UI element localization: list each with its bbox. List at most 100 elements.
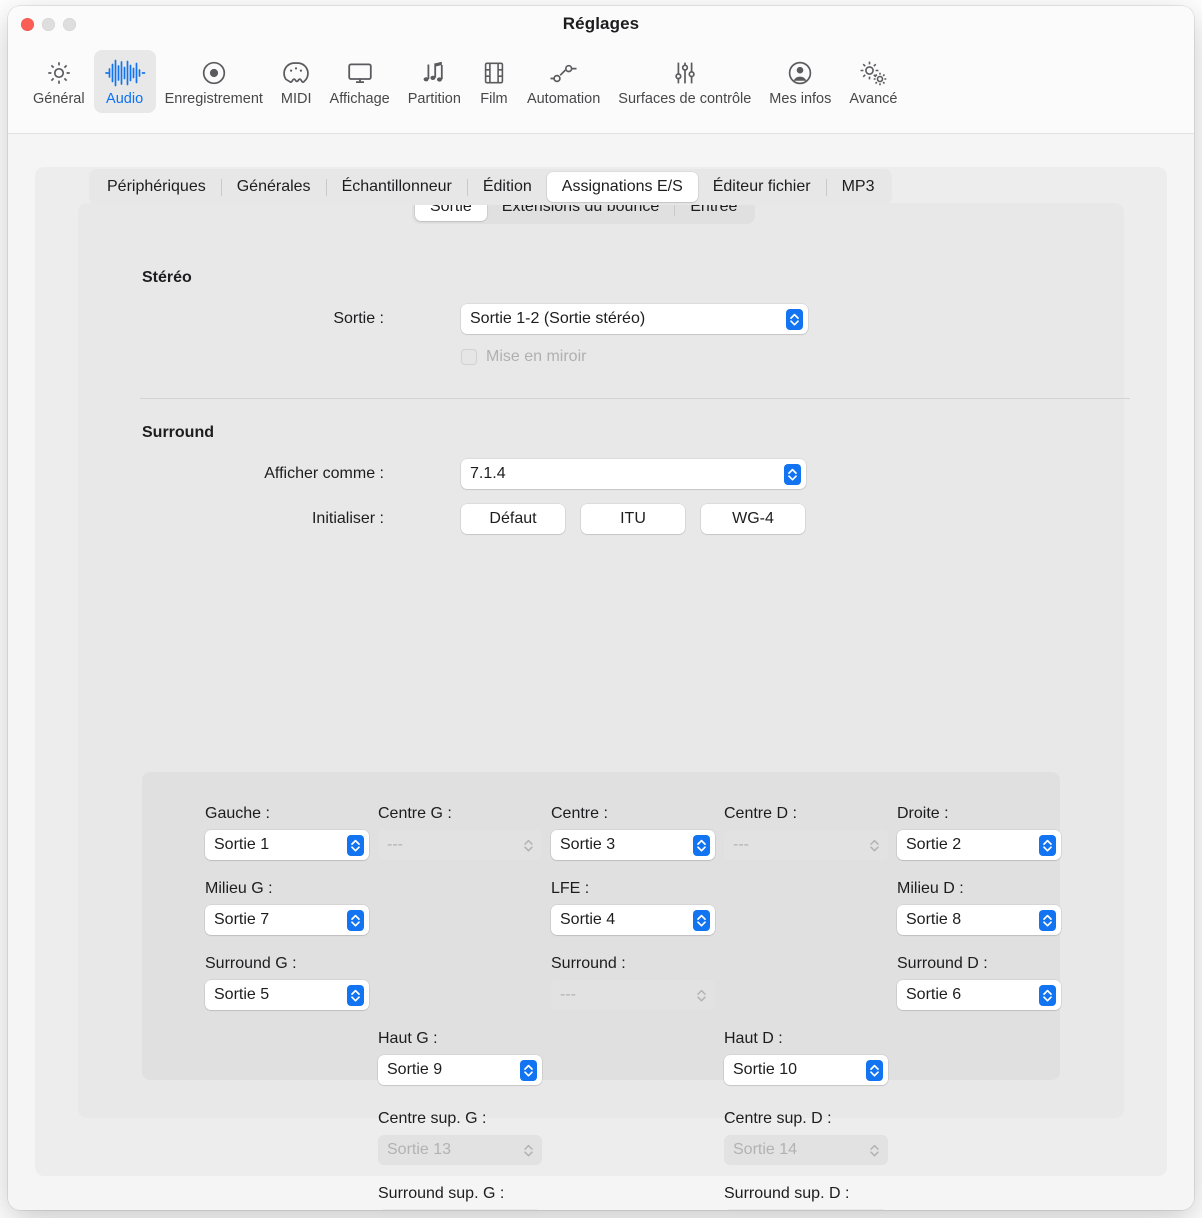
toolbar-item-mes-infos[interactable]: Mes infos	[760, 50, 840, 113]
toolbar-item-label: Avancé	[849, 90, 897, 108]
toolbar-item-surfaces-de-controle[interactable]: Surfaces de contrôle	[609, 50, 760, 113]
label-gauche: Gauche :	[205, 805, 270, 823]
toolbar-item-automation[interactable]: Automation	[518, 50, 609, 113]
tab-assignations-es[interactable]: Assignations E/S	[547, 172, 698, 202]
popup-centre-sup-g[interactable]: Sortie 13	[378, 1135, 542, 1165]
toolbar-item-partition[interactable]: Partition	[399, 50, 470, 113]
label-surround-centre: Surround :	[551, 955, 626, 973]
value-centre-droite: ---	[724, 836, 866, 854]
automation-node-icon	[547, 56, 581, 90]
display-as-popup[interactable]: 7.1.4	[461, 459, 806, 489]
toolbar-item-audio[interactable]: Audio	[94, 50, 156, 113]
tab-editeur-fichier[interactable]: Éditeur fichier	[698, 172, 826, 202]
toolbar-item-label: Film	[480, 90, 507, 108]
label-surround-gauche: Surround G :	[205, 955, 297, 973]
chevron-updown-icon	[347, 985, 364, 1006]
chevron-updown-icon	[1039, 910, 1056, 931]
mirror-checkbox[interactable]	[461, 349, 477, 365]
toolbar-item-midi[interactable]: MIDI	[272, 50, 321, 113]
value-centre-gauche: ---	[378, 836, 520, 854]
popup-haut-gauche[interactable]: Sortie 9	[378, 1055, 542, 1085]
popup-gauche[interactable]: Sortie 1	[205, 830, 369, 860]
label-surround-droite: Surround D :	[897, 955, 988, 973]
popup-surround-gauche[interactable]: Sortie 5	[205, 980, 369, 1010]
popup-droite[interactable]: Sortie 2	[897, 830, 1061, 860]
toolbar-item-label: Audio	[106, 90, 143, 108]
chevron-updown-icon	[693, 985, 710, 1006]
tab-generales[interactable]: Générales	[222, 172, 326, 202]
popup-centre-sup-d[interactable]: Sortie 14	[724, 1135, 888, 1165]
audio-tab-bar: Périphériques Générales Échantillonneur …	[89, 169, 892, 205]
chevron-updown-icon	[520, 835, 537, 856]
label-surround-sup-g: Surround sup. G :	[378, 1185, 504, 1203]
value-centre-sup-d: Sortie 14	[724, 1141, 866, 1159]
double-gear-icon	[856, 56, 890, 90]
tab-label: Échantillonneur	[342, 178, 452, 196]
tab-peripheriques[interactable]: Périphériques	[92, 172, 221, 202]
label-centre-gauche: Centre G :	[378, 805, 452, 823]
value-droite: Sortie 2	[897, 836, 1039, 854]
tab-mp3[interactable]: MP3	[827, 172, 890, 202]
toolbar-item-label: Affichage	[330, 90, 390, 108]
chevron-updown-icon	[1039, 835, 1056, 856]
waveform-icon	[103, 56, 147, 90]
popup-centre[interactable]: Sortie 3	[551, 830, 715, 860]
toolbar-item-label: Général	[33, 90, 85, 108]
display-icon	[345, 56, 375, 90]
chevron-updown-icon	[866, 835, 883, 856]
display-as-value: 7.1.4	[461, 465, 784, 483]
chevron-updown-icon	[1039, 985, 1056, 1006]
tab-label: Générales	[237, 178, 311, 196]
toolbar-item-film[interactable]: Film	[470, 50, 518, 113]
initialize-itu-button[interactable]: ITU	[581, 504, 685, 534]
label-centre-droite: Centre D :	[724, 805, 797, 823]
chevron-updown-icon	[347, 835, 364, 856]
toolbar-item-affichage[interactable]: Affichage	[321, 50, 399, 113]
person-circle-icon	[785, 56, 815, 90]
settings-body: Périphériques Générales Échantillonneur …	[8, 134, 1194, 1210]
popup-surround-droite[interactable]: Sortie 6	[897, 980, 1061, 1010]
tab-edition[interactable]: Édition	[468, 172, 547, 202]
midi-plug-icon	[281, 56, 311, 90]
popup-haut-droite[interactable]: Sortie 10	[724, 1055, 888, 1085]
label-surround-sup-d: Surround sup. D :	[724, 1185, 849, 1203]
title-bar: Réglages	[8, 6, 1194, 48]
tab-label: MP3	[842, 178, 875, 196]
music-notes-icon	[419, 56, 449, 90]
popup-lfe[interactable]: Sortie 4	[551, 905, 715, 935]
surround-channel-grid: Gauche : Sortie 1 Centre G : --- Centre …	[142, 772, 1060, 1080]
value-surround-gauche: Sortie 5	[205, 986, 347, 1004]
record-circle-icon	[199, 56, 229, 90]
popup-surround-centre[interactable]: ---	[551, 980, 715, 1010]
value-centre: Sortie 3	[551, 836, 693, 854]
toolbar-item-avance[interactable]: Avancé	[840, 50, 906, 113]
popup-centre-gauche[interactable]: ---	[378, 830, 542, 860]
chevron-updown-icon	[520, 1140, 537, 1161]
chevron-updown-icon	[786, 309, 803, 330]
toolbar-item-label: Enregistrement	[165, 90, 263, 108]
chevron-updown-icon	[866, 1140, 883, 1161]
surround-section-heading: Surround	[142, 424, 214, 442]
tab-echantillonneur[interactable]: Échantillonneur	[327, 172, 467, 202]
stereo-output-popup[interactable]: Sortie 1-2 (Sortie stéréo)	[461, 304, 808, 334]
popup-milieu-droite[interactable]: Sortie 8	[897, 905, 1061, 935]
label-lfe: LFE :	[551, 880, 589, 898]
toolbar-item-general[interactable]: Général	[24, 50, 94, 113]
toolbar-item-label: Mes infos	[769, 90, 831, 108]
initialize-default-button[interactable]: Défaut	[461, 504, 565, 534]
toolbar-item-enregistrement[interactable]: Enregistrement	[156, 50, 272, 113]
popup-milieu-gauche[interactable]: Sortie 7	[205, 905, 369, 935]
value-haut-droite: Sortie 10	[724, 1061, 866, 1079]
value-gauche: Sortie 1	[205, 836, 347, 854]
label-droite: Droite :	[897, 805, 949, 823]
value-milieu-droite: Sortie 8	[897, 911, 1039, 929]
initialize-label: Initialiser :	[198, 510, 384, 528]
stereo-output-label: Sortie :	[228, 310, 384, 328]
io-assignments-panel: Sortie Extensions du bounce Entrée Stéré…	[78, 203, 1124, 1118]
value-milieu-gauche: Sortie 7	[205, 911, 347, 929]
toolbar-item-label: Automation	[527, 90, 600, 108]
label-centre: Centre :	[551, 805, 608, 823]
popup-centre-droite[interactable]: ---	[724, 830, 888, 860]
mirror-checkbox-row[interactable]: Mise en miroir	[461, 348, 586, 366]
initialize-wg4-button[interactable]: WG-4	[701, 504, 805, 534]
